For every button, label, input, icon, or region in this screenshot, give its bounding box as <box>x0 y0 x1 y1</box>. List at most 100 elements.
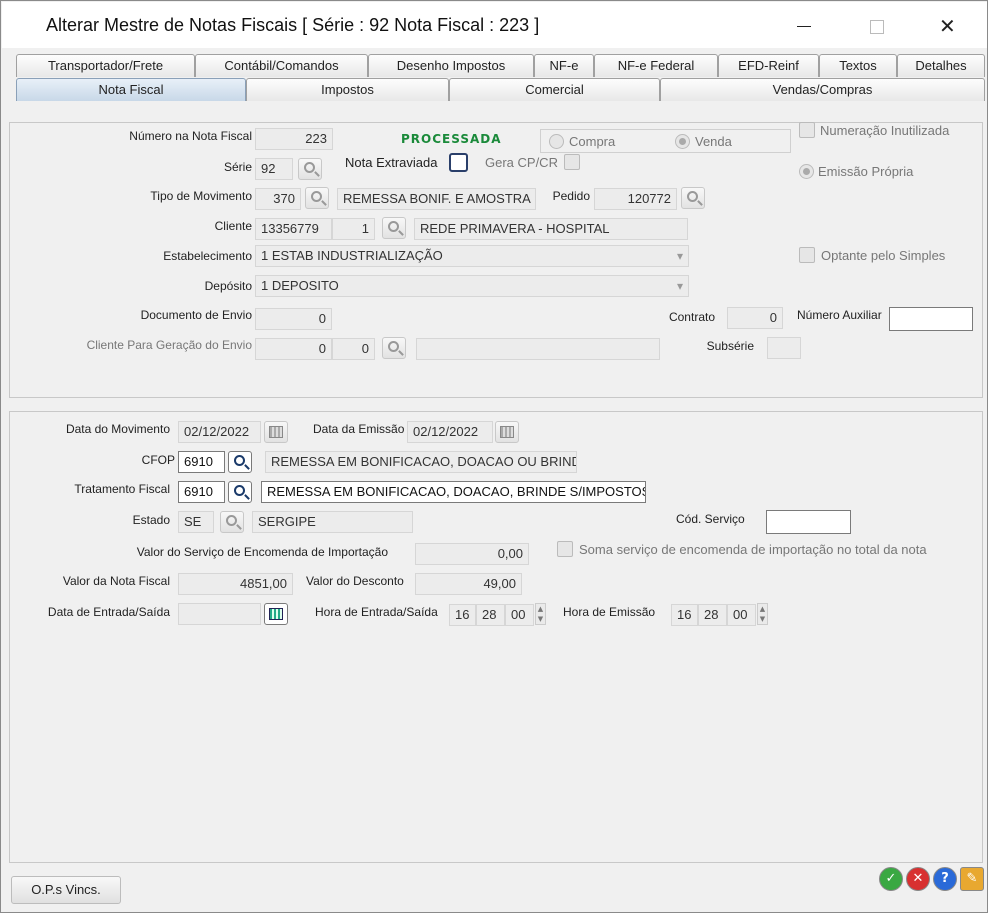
cod-servico-input[interactable] <box>766 510 851 534</box>
gera-cpcr-checkbox[interactable] <box>564 154 580 170</box>
deposito-select[interactable]: 1 DEPOSITO <box>255 275 689 297</box>
nota-extraviada-label: Nota Extraviada <box>345 155 438 170</box>
tab-detalhes[interactable]: Detalhes <box>897 54 985 77</box>
hora-emissao-second-field[interactable]: 00 <box>727 604 756 626</box>
tab-textos[interactable]: Textos <box>819 54 897 77</box>
cfop-search-button[interactable] <box>228 451 252 473</box>
contrato-field[interactable]: 0 <box>727 307 783 329</box>
tab-impostos[interactable]: Impostos <box>246 78 449 101</box>
numero-field[interactable]: 223 <box>255 128 333 150</box>
ok-button[interactable]: ✓ <box>879 867 903 891</box>
search-icon <box>388 221 399 232</box>
data-emissao-calendar-button[interactable] <box>495 421 519 443</box>
tab-comercial[interactable]: Comercial <box>449 78 660 101</box>
data-movimento-calendar-button[interactable] <box>264 421 288 443</box>
cliente-envio-seq-field[interactable]: 0 <box>332 338 375 360</box>
bottom-section-panel <box>9 411 983 863</box>
tratamento-fiscal-desc-input[interactable]: REMESSA EM BONIFICACAO, DOACAO, BRINDE S… <box>261 481 646 503</box>
close-icon: ✕ <box>939 14 956 38</box>
data-movimento-field[interactable]: 02/12/2022 <box>178 421 261 443</box>
valor-desconto-field[interactable]: 49,00 <box>415 573 522 595</box>
hora-emissao-hour-field[interactable]: 16 <box>671 604 698 626</box>
soma-servico-checkbox[interactable] <box>557 541 573 557</box>
emissao-propria-label: Emissão Própria <box>818 164 914 179</box>
hora-emissao-label: Hora de Emissão <box>563 605 656 619</box>
emissao-propria-radio[interactable] <box>799 164 814 179</box>
hora-emissao-spinner[interactable]: ▲ ▼ <box>757 603 768 625</box>
tab-desenho-impostos[interactable]: Desenho Impostos <box>368 54 534 77</box>
cliente-envio-code-field[interactable]: 0 <box>255 338 332 360</box>
tab-nfe[interactable]: NF-e <box>534 54 594 77</box>
pedido-search-button[interactable] <box>681 187 705 209</box>
tratamento-fiscal-search-button[interactable] <box>228 481 252 503</box>
tratamento-fiscal-code-input[interactable]: 6910 <box>178 481 225 503</box>
optante-simples-label: Optante pelo Simples <box>821 248 946 263</box>
hora-entrada-second-field[interactable]: 00 <box>505 604 534 626</box>
minimize-button[interactable] <box>789 12 819 42</box>
help-button[interactable]: ? <box>933 867 957 891</box>
data-entrada-calendar-button[interactable] <box>264 603 288 625</box>
pedido-label: Pedido <box>552 189 590 203</box>
numeracao-inutilizada-checkbox[interactable] <box>799 122 815 138</box>
venda-radio[interactable] <box>675 134 690 149</box>
cliente-name-field: REDE PRIMAVERA - HOSPITAL <box>414 218 688 240</box>
numeracao-inutilizada-label: Numeração Inutilizada <box>820 123 950 138</box>
data-entrada-field[interactable] <box>178 603 261 625</box>
serie-field[interactable]: 92 <box>255 158 293 180</box>
hora-emissao-minute-field[interactable]: 28 <box>698 604 727 626</box>
window-title: Alterar Mestre de Notas Fiscais [ Série … <box>46 15 540 35</box>
soma-servico-label: Soma serviço de encomenda de importação … <box>579 542 927 557</box>
compra-radio[interactable] <box>549 134 564 149</box>
tab-efd-reinf[interactable]: EFD-Reinf <box>718 54 819 77</box>
tab-transportador-frete[interactable]: Transportador/Frete <box>16 54 195 77</box>
cfop-desc-field: REMESSA EM BONIFICACAO, DOACAO OU BRINDE <box>265 451 577 473</box>
tipo-movimento-desc-field: REMESSA BONIF. E AMOSTRA <box>337 188 536 210</box>
deposito-label: Depósito <box>204 279 252 293</box>
pedido-field[interactable]: 120772 <box>594 188 677 210</box>
tab-vendas-compras[interactable]: Vendas/Compras <box>660 78 985 101</box>
cliente-seq-field[interactable]: 1 <box>332 218 375 240</box>
estado-name-field: SERGIPE <box>252 511 413 533</box>
wrench-icon: ✎ <box>966 871 978 886</box>
data-movimento-label: Data do Movimento <box>65 422 170 436</box>
maximize-button[interactable] <box>861 12 891 42</box>
documento-envio-label: Documento de Envio <box>140 308 252 322</box>
ops-vincs-button[interactable]: O.P.s Vincs. <box>11 876 121 904</box>
valor-desconto-label: Valor do Desconto <box>306 574 404 588</box>
check-icon: ✓ <box>885 871 897 886</box>
hora-entrada-minute-field[interactable]: 28 <box>476 604 505 626</box>
tools-button[interactable]: ✎ <box>960 867 984 891</box>
tab-contabil-comandos[interactable]: Contábil/Comandos <box>195 54 368 77</box>
cliente-search-button[interactable] <box>382 217 406 239</box>
data-emissao-field[interactable]: 02/12/2022 <box>407 421 493 443</box>
title-bar: Alterar Mestre de Notas Fiscais [ Série … <box>2 2 987 48</box>
valor-nf-field[interactable]: 4851,00 <box>178 573 293 595</box>
tab-nfe-federal[interactable]: NF-e Federal <box>594 54 718 77</box>
estado-search-button[interactable] <box>220 511 244 533</box>
numero-auxiliar-label: Número Auxiliar <box>797 308 882 322</box>
serie-search-button[interactable] <box>298 158 322 180</box>
close-button[interactable]: ✕ <box>932 12 962 42</box>
hora-entrada-hour-field[interactable]: 16 <box>449 604 476 626</box>
question-icon: ? <box>941 871 949 886</box>
hora-entrada-spinner[interactable]: ▲ ▼ <box>535 603 546 625</box>
estado-code-field[interactable]: SE <box>178 511 214 533</box>
status-badge: PROCESSADA <box>401 132 502 146</box>
search-icon <box>234 455 245 466</box>
tipo-movimento-search-button[interactable] <box>305 187 329 209</box>
valor-servico-label: Valor do Serviço de Encomenda de Importa… <box>136 545 388 559</box>
valor-servico-field[interactable]: 0,00 <box>415 543 529 565</box>
optante-simples-checkbox[interactable] <box>799 247 815 263</box>
nota-extraviada-checkbox[interactable] <box>449 153 468 172</box>
cliente-code-field[interactable]: 13356779 <box>255 218 332 240</box>
tab-nota-fiscal[interactable]: Nota Fiscal <box>16 78 246 101</box>
cancel-button[interactable]: ✕ <box>906 867 930 891</box>
data-emissao-label: Data da Emissão <box>313 422 405 436</box>
documento-envio-field[interactable]: 0 <box>255 308 332 330</box>
cliente-envio-search-button[interactable] <box>382 337 406 359</box>
numero-auxiliar-input[interactable] <box>889 307 973 331</box>
subserie-field[interactable] <box>767 337 801 359</box>
estabelecimento-select[interactable]: 1 ESTAB INDUSTRIALIZAÇÃO <box>255 245 689 267</box>
tipo-movimento-code-field[interactable]: 370 <box>255 188 301 210</box>
cfop-code-input[interactable]: 6910 <box>178 451 225 473</box>
